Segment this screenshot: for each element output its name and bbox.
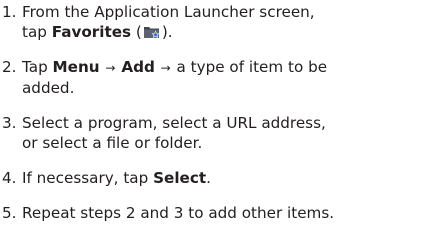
right-arrow-icon: → — [160, 61, 171, 75]
menu-label: Menu — [52, 58, 100, 76]
step-text: ( — [131, 23, 142, 41]
step-2-line-2: added. — [22, 78, 427, 98]
step-5-line-1: Repeat steps 2 and 3 to add other items. — [22, 203, 427, 223]
step-text: Repeat steps 2 and 3 to add other items. — [22, 204, 335, 222]
step-3-line-1: Select a program, select a URL address, — [22, 113, 427, 133]
step-number: 2. — [2, 58, 17, 76]
step-3-line-2: or select a file or folder. — [22, 133, 427, 153]
step-1-line-1: From the Application Launcher screen, — [22, 2, 427, 22]
step-text: tap — [22, 23, 52, 41]
add-label: Add — [121, 58, 155, 76]
step-4: 4. If necessary, tap Select. — [0, 168, 427, 188]
step-text: If necessary, tap — [22, 169, 154, 187]
step-5: 5. Repeat steps 2 and 3 to add other ite… — [0, 203, 427, 223]
step-text: ). — [161, 23, 173, 41]
right-arrow-icon: → — [105, 61, 116, 75]
step-1-line-2: tap Favorites ( ). — [22, 22, 427, 42]
step-text: added. — [22, 79, 75, 97]
step-text: Tap — [22, 58, 53, 76]
step-2-line-1: Tap Menu → Add → a type of item to be — [22, 57, 427, 78]
step-text: a type of item to be — [171, 58, 328, 76]
step-text: . — [206, 169, 211, 187]
step-number: 3. — [2, 114, 17, 132]
step-number: 4. — [2, 169, 17, 187]
step-number: 5. — [2, 204, 17, 222]
step-number: 1. — [2, 3, 17, 21]
step-2: 2. Tap Menu → Add → a type of item to be… — [0, 57, 427, 98]
favorites-folder-icon — [143, 24, 161, 40]
instruction-list: 1. From the Application Launcher screen,… — [0, 2, 427, 238]
step-3: 3. Select a program, select a URL addres… — [0, 113, 427, 153]
select-label: Select — [153, 169, 207, 187]
step-text: or select a file or folder. — [22, 134, 203, 152]
favorites-label: Favorites — [51, 23, 132, 41]
step-text: From the Application Launcher screen, — [22, 3, 315, 21]
step-4-line-1: If necessary, tap Select. — [22, 168, 427, 188]
step-1: 1. From the Application Launcher screen,… — [0, 2, 427, 42]
step-text: Select a program, select a URL address, — [22, 114, 326, 132]
